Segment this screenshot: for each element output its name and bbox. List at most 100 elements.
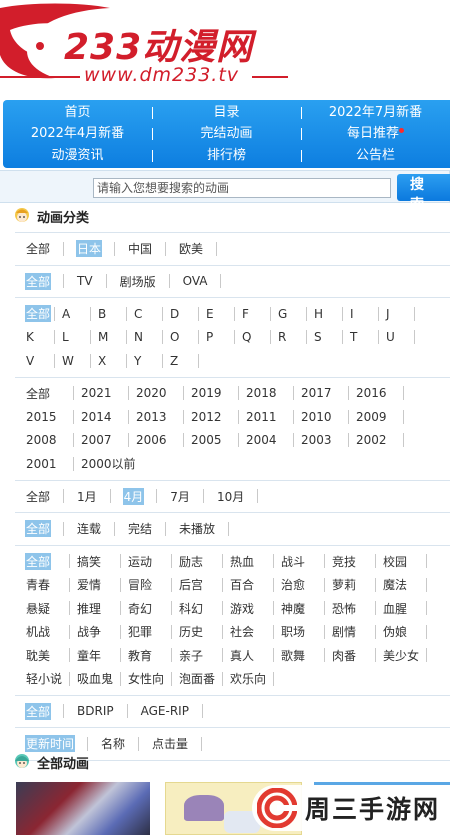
filter-option-genres[interactable]: 竞技	[331, 553, 357, 570]
filter-option-genres[interactable]: 青春	[25, 576, 51, 593]
filter-option-letters[interactable]: U	[385, 330, 396, 344]
filter-option-genres[interactable]: 亲子	[178, 647, 204, 664]
filter-option-years[interactable]: 2012	[190, 410, 223, 424]
filter-option-sort[interactable]: 点击量	[151, 735, 189, 752]
filter-option-format[interactable]: TV	[76, 274, 94, 288]
filter-option-status[interactable]: 未播放	[178, 520, 216, 537]
filter-option-years[interactable]: 2019	[190, 386, 223, 400]
filter-option-months[interactable]: 全部	[25, 488, 51, 505]
search-button[interactable]: 搜 索	[397, 174, 450, 213]
filter-option-genres[interactable]: 游戏	[229, 600, 255, 617]
filter-option-letters[interactable]: C	[133, 307, 143, 321]
filter-option-letters[interactable]: P	[205, 330, 214, 344]
filter-option-genres[interactable]: 科幻	[178, 600, 204, 617]
filter-option-genres[interactable]: 运动	[127, 553, 153, 570]
filter-option-genres[interactable]: 热血	[229, 553, 255, 570]
filter-option-genres[interactable]: 肉番	[331, 647, 357, 664]
filter-option-letters[interactable]: 全部	[25, 305, 52, 323]
filter-option-letters[interactable]: K	[25, 330, 35, 344]
filter-option-years[interactable]: 2008	[25, 433, 58, 447]
filter-option-years[interactable]: 2020	[135, 386, 168, 400]
filter-option-genres[interactable]: 历史	[178, 623, 204, 640]
filter-option-letters[interactable]: R	[277, 330, 287, 344]
filter-option-months[interactable]: 7月	[169, 488, 191, 505]
filter-option-letters[interactable]: N	[133, 330, 144, 344]
filter-option-years[interactable]: 全部	[25, 385, 51, 402]
filter-option-genres[interactable]: 魔法	[382, 576, 408, 593]
nav-news[interactable]: 动漫资讯	[3, 145, 152, 167]
filter-option-letters[interactable]: H	[313, 307, 324, 321]
filter-option-years[interactable]: 2017	[300, 386, 333, 400]
filter-option-letters[interactable]: D	[169, 307, 180, 321]
filter-option-letters[interactable]: I	[349, 307, 355, 321]
filter-option-months[interactable]: 10月	[216, 488, 245, 505]
filter-option-sort[interactable]: 更新时间	[25, 735, 76, 753]
filter-option-genres[interactable]: 励志	[178, 553, 204, 570]
logo-name[interactable]: 233动漫网	[64, 18, 253, 70]
search-input[interactable]	[93, 178, 391, 198]
filter-option-genres[interactable]: 后宫	[178, 576, 204, 593]
filter-option-letters[interactable]: L	[61, 330, 70, 344]
filter-option-months[interactable]: 1月	[76, 488, 98, 505]
filter-option-resource[interactable]: BDRIP	[76, 704, 115, 718]
filter-option-genres[interactable]: 搞笑	[76, 553, 102, 570]
filter-option-years[interactable]: 2013	[135, 410, 168, 424]
filter-option-letters[interactable]: F	[241, 307, 250, 321]
nav-rankings[interactable]: 排行榜	[152, 145, 301, 167]
filter-option-years[interactable]: 2009	[355, 410, 388, 424]
filter-option-genres[interactable]: 萝莉	[331, 576, 357, 593]
filter-option-letters[interactable]: B	[97, 307, 107, 321]
filter-option-years[interactable]: 2000以前	[80, 455, 137, 472]
filter-option-genres[interactable]: 推理	[76, 600, 102, 617]
filter-option-genres[interactable]: 犯罪	[127, 623, 153, 640]
filter-option-genres[interactable]: 轻小说	[25, 670, 63, 687]
anime-cover[interactable]	[16, 782, 150, 835]
nav-home[interactable]: 首页	[3, 102, 152, 124]
nav-2022-jul-new[interactable]: 2022年7月新番	[301, 102, 450, 124]
filter-option-status[interactable]: 连载	[76, 520, 102, 537]
filter-option-genres[interactable]: 剧情	[331, 623, 357, 640]
nav-announcements[interactable]: 公告栏	[301, 145, 450, 167]
filter-option-years[interactable]: 2021	[80, 386, 113, 400]
filter-option-years[interactable]: 2005	[190, 433, 223, 447]
filter-option-years[interactable]: 2016	[355, 386, 388, 400]
filter-option-letters[interactable]: S	[313, 330, 323, 344]
filter-option-genres[interactable]: 职场	[280, 623, 306, 640]
filter-option-years[interactable]: 2001	[25, 457, 58, 471]
filter-option-years[interactable]: 2004	[245, 433, 278, 447]
filter-option-genres[interactable]: 耽美	[25, 647, 51, 664]
filter-option-genres[interactable]: 吸血鬼	[76, 670, 114, 687]
filter-option-genres[interactable]: 爱情	[76, 576, 102, 593]
filter-option-genres[interactable]: 机战	[25, 623, 51, 640]
filter-option-genres[interactable]: 血腥	[382, 600, 408, 617]
filter-option-years[interactable]: 2006	[135, 433, 168, 447]
filter-option-letters[interactable]: G	[277, 307, 288, 321]
filter-option-resource[interactable]: AGE-RIP	[140, 704, 190, 718]
filter-option-letters[interactable]: A	[61, 307, 71, 321]
filter-option-genres[interactable]: 女性向	[127, 670, 165, 687]
filter-option-genres[interactable]: 伪娘	[382, 623, 408, 640]
nav-2022-apr-new[interactable]: 2022年4月新番	[3, 123, 152, 145]
nav-completed[interactable]: 完结动画	[152, 123, 301, 145]
filter-option-years[interactable]: 2015	[25, 410, 58, 424]
filter-option-letters[interactable]: J	[385, 307, 391, 321]
filter-option-genres[interactable]: 歌舞	[280, 647, 306, 664]
filter-option-years[interactable]: 2002	[355, 433, 388, 447]
filter-option-genres[interactable]: 泡面番	[178, 670, 216, 687]
filter-option-genres[interactable]: 悬疑	[25, 600, 51, 617]
filter-option-letters[interactable]: M	[97, 330, 109, 344]
filter-option-genres[interactable]: 冒险	[127, 576, 153, 593]
filter-option-genres[interactable]: 教育	[127, 647, 153, 664]
filter-option-years[interactable]: 2003	[300, 433, 333, 447]
filter-option-years[interactable]: 2014	[80, 410, 113, 424]
filter-option-years[interactable]: 2018	[245, 386, 278, 400]
filter-option-genres[interactable]: 美少女	[382, 647, 420, 664]
filter-option-letters[interactable]: Z	[169, 354, 179, 368]
filter-option-years[interactable]: 2007	[80, 433, 113, 447]
nav-daily-pick[interactable]: 每日推荐	[301, 123, 450, 145]
filter-option-letters[interactable]: E	[205, 307, 215, 321]
filter-option-genres[interactable]: 战争	[76, 623, 102, 640]
filter-option-genres[interactable]: 欢乐向	[229, 670, 267, 687]
filter-option-letters[interactable]: V	[25, 354, 35, 368]
filter-option-genres[interactable]: 恐怖	[331, 600, 357, 617]
